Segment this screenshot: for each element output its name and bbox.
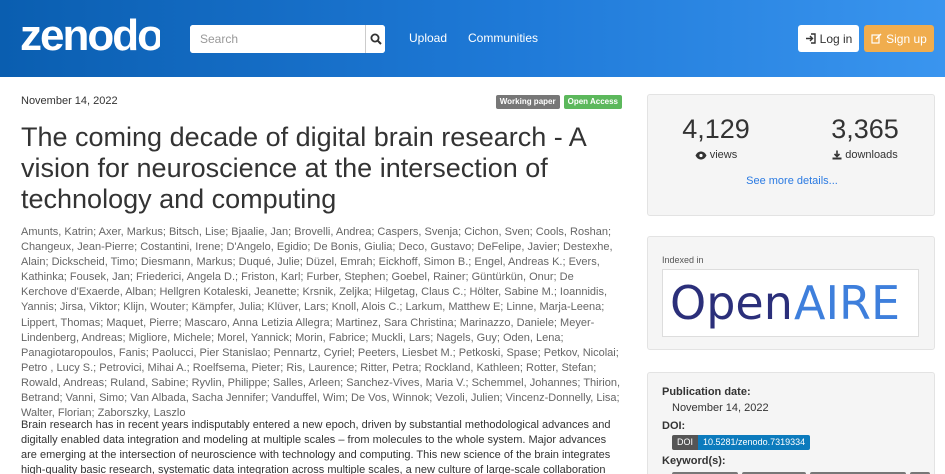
edit-icon bbox=[871, 33, 882, 44]
views-label: views bbox=[709, 149, 738, 161]
svg-text:zenodo: zenodo bbox=[20, 11, 160, 60]
openaire-logo[interactable]: Open AIRE bbox=[662, 269, 919, 337]
doi-badge-value: 10.5281/zenodo.7319334 bbox=[698, 435, 811, 450]
resource-type-badge[interactable]: Working paper bbox=[495, 95, 560, 109]
signup-button[interactable]: Sign up bbox=[864, 25, 934, 52]
eye-icon bbox=[695, 151, 707, 159]
publication-date: November 14, 2022 bbox=[21, 95, 118, 107]
search-input[interactable] bbox=[190, 25, 365, 53]
see-more-details-link[interactable]: See more details... bbox=[648, 175, 936, 187]
record-title: The coming decade of digital brain resea… bbox=[21, 122, 586, 214]
record-authors: Amunts, Katrin; Axer, Markus; Bitsch, Li… bbox=[21, 226, 621, 420]
nav-upload-link[interactable]: Upload bbox=[409, 31, 447, 45]
login-label: Log in bbox=[819, 31, 853, 46]
nav-communities-link[interactable]: Communities bbox=[468, 31, 538, 45]
doi-badge[interactable]: DOI 10.5281/zenodo.7319334 bbox=[672, 435, 811, 450]
svg-text:Open: Open bbox=[670, 276, 793, 330]
views-stat: 4,129 views bbox=[656, 113, 776, 161]
top-navbar: zenodo Upload Communities Log in Sign up bbox=[0, 0, 945, 77]
keywords-label: Keyword(s): bbox=[662, 455, 726, 467]
stats-panel: 4,129 views 3,365 downloads See more det… bbox=[647, 94, 935, 216]
record-badges: Working paper Open Access bbox=[495, 95, 622, 109]
downloads-count: 3,365 bbox=[831, 114, 899, 144]
publication-date-label: Publication date: bbox=[662, 386, 751, 398]
views-count: 4,129 bbox=[682, 114, 750, 144]
search-button[interactable] bbox=[365, 25, 385, 53]
signup-label: Sign up bbox=[886, 31, 927, 46]
record-info-panel: Publication date: November 14, 2022 DOI:… bbox=[647, 372, 935, 474]
downloads-stat: 3,365 downloads bbox=[805, 113, 925, 161]
download-icon bbox=[832, 150, 842, 160]
doi-badge-prefix: DOI bbox=[672, 435, 699, 450]
login-button[interactable]: Log in bbox=[798, 25, 859, 52]
sign-in-icon bbox=[805, 33, 816, 44]
access-right-badge[interactable]: Open Access bbox=[563, 95, 622, 109]
zenodo-logo[interactable]: zenodo bbox=[20, 10, 160, 60]
indexed-in-panel: Indexed in Open AIRE bbox=[647, 236, 935, 350]
publication-date-value: November 14, 2022 bbox=[672, 402, 769, 414]
indexed-in-label: Indexed in bbox=[662, 255, 704, 265]
svg-text:AIRE: AIRE bbox=[794, 276, 900, 330]
search-icon bbox=[370, 33, 382, 45]
record-abstract: Brain research has in recent years indis… bbox=[21, 419, 611, 474]
downloads-label: downloads bbox=[845, 149, 898, 161]
doi-label: DOI: bbox=[662, 420, 686, 432]
search-bar bbox=[190, 25, 385, 53]
